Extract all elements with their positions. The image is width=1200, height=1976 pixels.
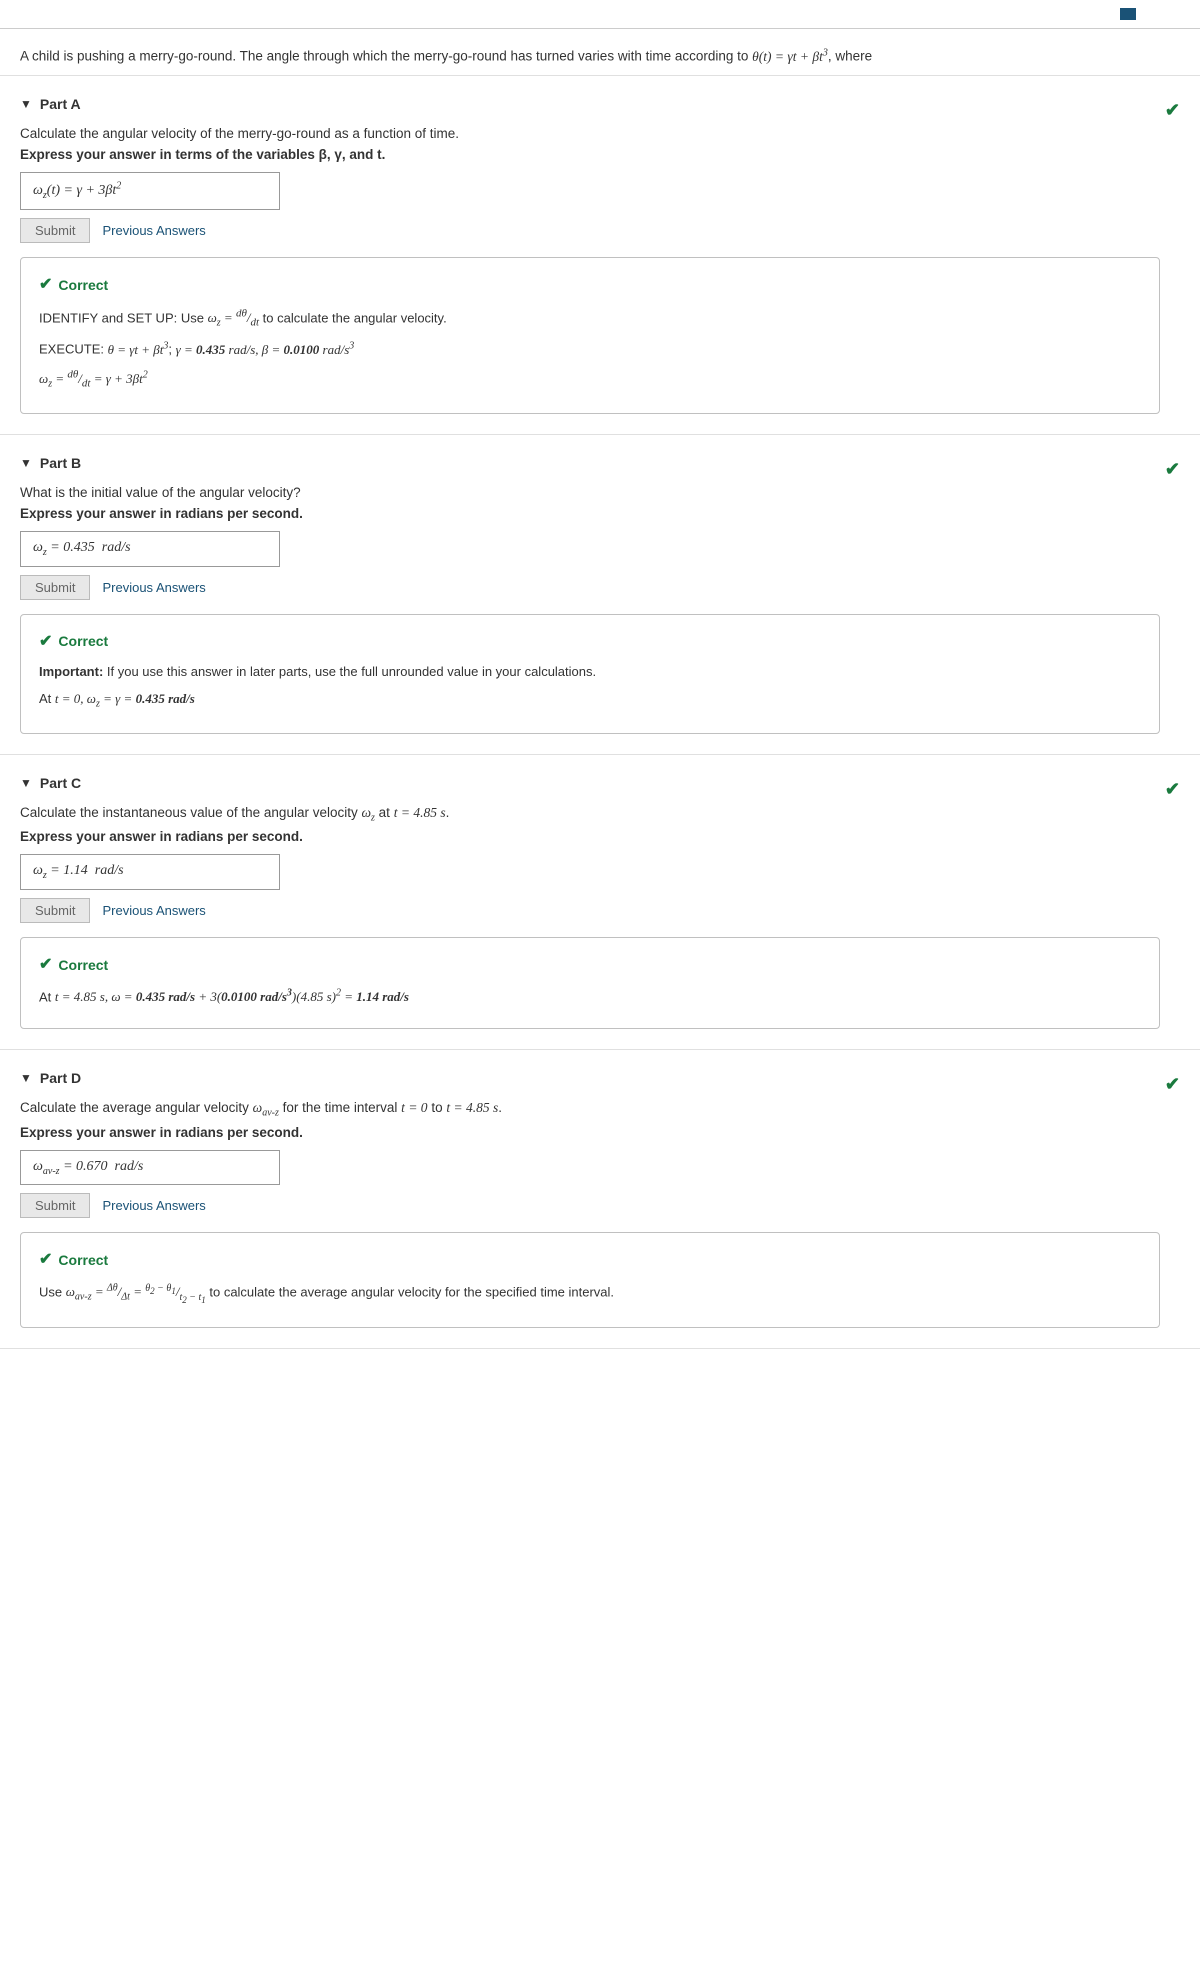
part-a-submit-button[interactable]: Submit xyxy=(20,218,90,243)
part-c-prev-answers-link[interactable]: Previous Answers xyxy=(102,903,205,918)
part-d-header[interactable]: ▼ Part D xyxy=(20,1070,1160,1086)
part-a-correct-box: ✔ Correct IDENTIFY and SET UP: Use ωz = dθ… xyxy=(20,257,1160,414)
collapse-arrow: ▼ xyxy=(20,776,32,790)
part-a-btn-row: Submit Previous Answers xyxy=(20,218,1160,243)
part-b-section: ✔ ▼ Part B What is the initial value of the… xyxy=(0,435,1200,755)
part-b-header[interactable]: ▼ Part B xyxy=(20,455,1160,471)
part-d-correct-box: ✔ Correct Use ωav-z = Δθ/Δt = θ2 − θ1/t2 −… xyxy=(20,1232,1160,1328)
part-a-question: Calculate the angular velocity of the me… xyxy=(20,126,1160,141)
part-b-label: Part B xyxy=(40,455,81,471)
part-d-solution-line-0: Use ωav-z = Δθ/Δt = θ2 − θ1/t2 − t1 to c… xyxy=(39,1281,1141,1307)
part-b-submit-button[interactable]: Submit xyxy=(20,575,90,600)
part-a-header[interactable]: ▼ Part A xyxy=(20,96,1160,112)
part-d-btn-row: Submit Previous Answers xyxy=(20,1193,1160,1218)
part-b-correct-header: ✔ Correct xyxy=(39,629,1141,655)
review-icon xyxy=(1120,8,1136,20)
part-c-correct-box: ✔ Correct At t = 4.85 s, ω = 0.435 rad/s +… xyxy=(20,937,1160,1029)
correct-check-icon: ✔ xyxy=(39,629,52,655)
part-c-express: Express your answer in radians per secon… xyxy=(20,829,1160,844)
part-b-checkmark: ✔ xyxy=(1165,459,1180,480)
collapse-arrow: ▼ xyxy=(20,456,32,470)
part-d-checkmark: ✔ xyxy=(1165,1074,1180,1095)
problem-statement: A child is pushing a merry-go-round. The… xyxy=(0,29,1200,76)
problem-text: A child is pushing a merry-go-round. The… xyxy=(20,49,872,64)
part-a-express: Express your answer in terms of the vari… xyxy=(20,147,1160,162)
part-d-express: Express your answer in radians per secon… xyxy=(20,1125,1160,1140)
part-a-correct-header: ✔ Correct xyxy=(39,272,1141,298)
correct-check-icon: ✔ xyxy=(39,1247,52,1273)
correct-label: Correct xyxy=(58,954,108,976)
part-a-prev-answers-link[interactable]: Previous Answers xyxy=(102,223,205,238)
collapse-arrow: ▼ xyxy=(20,1071,32,1085)
important-label: Important: xyxy=(39,664,103,679)
part-d-submit-button[interactable]: Submit xyxy=(20,1193,90,1218)
parts-container: ✔ ▼ Part A Calculate the angular velocity o… xyxy=(0,76,1200,1350)
part-c-answer-input[interactable]: ωz = 1.14 rad/s xyxy=(20,854,280,890)
part-c-submit-button[interactable]: Submit xyxy=(20,898,90,923)
part-b-answer-input[interactable]: ωz = 0.435 rad/s xyxy=(20,531,280,567)
part-b-important-note: Important: If you use this answer in lat… xyxy=(39,662,1141,683)
part-d-correct-header: ✔ Correct xyxy=(39,1247,1141,1273)
collapse-arrow: ▼ xyxy=(20,97,32,111)
part-d-label: Part D xyxy=(40,1070,81,1086)
correct-check-icon: ✔ xyxy=(39,272,52,298)
part-d-section: ✔ ▼ Part D Calculate the average angular ve… xyxy=(0,1050,1200,1349)
part-b-btn-row: Submit Previous Answers xyxy=(20,575,1160,600)
correct-label: Correct xyxy=(58,274,108,296)
problem-formula: θ(t) = γt + βt3 xyxy=(752,49,828,64)
part-b-correct-box: ✔ Correct Important: If you use this answe… xyxy=(20,614,1160,734)
part-c-btn-row: Submit Previous Answers xyxy=(20,898,1160,923)
correct-label: Correct xyxy=(58,630,108,652)
part-c-question: Calculate the instantaneous value of the… xyxy=(20,805,1160,824)
correct-label: Correct xyxy=(58,1249,108,1271)
part-a-answer-input[interactable]: ωz(t) = γ + 3βt2 xyxy=(20,172,280,210)
part-c-correct-header: ✔ Correct xyxy=(39,952,1141,978)
part-a-label: Part A xyxy=(40,96,81,112)
part-a-solution-line-0: IDENTIFY and SET UP: Use ωz = dθ/dt to c… xyxy=(39,306,1141,333)
part-c-solution-line-0: At t = 4.85 s, ω = 0.435 rad/s + 3(0.010… xyxy=(39,986,1141,1008)
part-b-question: What is the initial value of the angular… xyxy=(20,485,1160,500)
part-b-solution-line-0: At t = 0, ωz = γ = 0.435 rad/s xyxy=(39,689,1141,713)
correct-check-icon: ✔ xyxy=(39,952,52,978)
top-bar xyxy=(0,0,1200,29)
part-a-solution-line-1: EXECUTE: θ = γt + βt3; γ = 0.435 rad/s, … xyxy=(39,338,1141,360)
part-a-section: ✔ ▼ Part A Calculate the angular velocity o… xyxy=(0,76,1200,435)
part-d-question: Calculate the average angular velocity ω… xyxy=(20,1100,1160,1119)
part-a-checkmark: ✔ xyxy=(1165,100,1180,121)
part-c-checkmark: ✔ xyxy=(1165,779,1180,800)
part-d-answer-input[interactable]: ωav-z = 0.670 rad/s xyxy=(20,1150,280,1186)
part-c-header[interactable]: ▼ Part C xyxy=(20,775,1160,791)
part-b-express: Express your answer in radians per secon… xyxy=(20,506,1160,521)
part-c-section: ✔ ▼ Part C Calculate the instantaneous valu… xyxy=(0,755,1200,1050)
part-b-prev-answers-link[interactable]: Previous Answers xyxy=(102,580,205,595)
part-c-label: Part C xyxy=(40,775,81,791)
part-a-solution-line-2: ωz = dθ/dt = γ + 3βt2 xyxy=(39,366,1141,393)
part-d-prev-answers-link[interactable]: Previous Answers xyxy=(102,1198,205,1213)
